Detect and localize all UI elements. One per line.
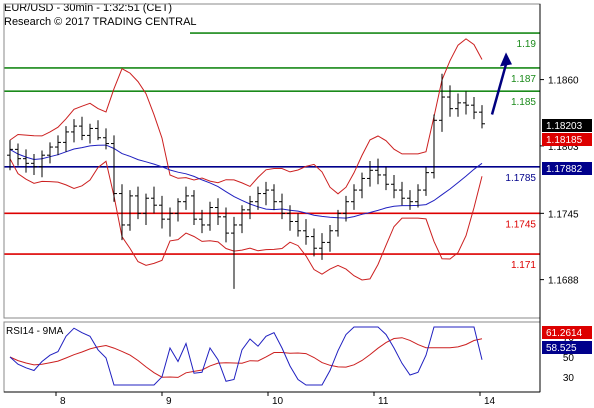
bollinger-lower: [9, 158, 483, 281]
price-bar: [47, 142, 53, 164]
price-bar: [71, 119, 77, 143]
rsi-line: [9, 326, 483, 386]
rsi-tag-value: 61.2614: [546, 328, 583, 339]
price-bar: [31, 154, 37, 175]
price-tag: 1.18203: [542, 119, 592, 132]
price-bar: [175, 198, 181, 222]
price-bar: [79, 116, 85, 141]
price-bar: [295, 213, 301, 237]
price-bar: [391, 174, 397, 199]
price-bar: [423, 166, 429, 196]
price-bar: [447, 85, 453, 117]
price-bar: [111, 135, 117, 202]
price-bar: [119, 184, 125, 241]
price-bar: [151, 186, 157, 214]
price-tag: 1.18185: [542, 133, 592, 146]
projection-arrow-shaft: [490, 63, 508, 115]
price-bar: [399, 181, 405, 206]
rsi-tag-value: 58.525: [546, 343, 577, 354]
level-label: 1.19: [517, 39, 537, 50]
x-tick-label: 11: [378, 396, 389, 407]
price-bar: [127, 190, 133, 231]
price-bar: [183, 186, 189, 210]
rsi-panel: RSI14 - 9MA: [6, 326, 483, 386]
price-bar: [367, 161, 373, 187]
price-tag-value: 1.17882: [546, 164, 583, 175]
price-bar: [239, 205, 245, 234]
rsi-label: RSI14 - 9MA: [6, 326, 64, 337]
price-bar: [319, 233, 325, 260]
price-bar: [479, 105, 485, 129]
rsi-tag: 58.525: [542, 341, 592, 354]
rsi-tag: 61.2614: [542, 326, 592, 339]
rsi-tick-label: 50: [563, 353, 575, 364]
projection-arrow-head: [500, 52, 512, 67]
price-bar: [55, 135, 61, 156]
price-bar: [87, 123, 93, 144]
price-bar: [263, 181, 269, 206]
price-bar: [415, 184, 421, 208]
bollinger-upper: [9, 38, 483, 195]
price-bar: [207, 201, 213, 231]
level-label: 1.1785: [505, 173, 536, 184]
rsi-panel-frame: [3, 321, 541, 393]
x-tick-label: 9: [166, 396, 172, 407]
price-bar: [39, 150, 45, 178]
price-bar: [23, 149, 29, 173]
price-bar: [95, 120, 101, 141]
price-bar: [247, 195, 253, 220]
level-label: 1.185: [511, 97, 536, 108]
price-bar: [311, 228, 317, 257]
y-tick-label: 1.1745: [548, 209, 579, 220]
price-panel-frame: [3, 3, 541, 319]
price-bar: [215, 198, 221, 225]
price-bar: [455, 93, 461, 117]
chart-canvas: 1.19 1.187 1.185 1.1785 1.1745 1.171 RSI14 - …: [3, 3, 592, 407]
x-tick-label: 8: [60, 396, 66, 407]
price-bar: [159, 195, 165, 229]
price-bar: [63, 126, 69, 152]
price-bar: [191, 190, 197, 225]
price-tag: 1.17882: [542, 162, 592, 175]
price-bar: [351, 184, 357, 210]
level-label: 1.1745: [505, 219, 536, 230]
price-bar: [439, 73, 445, 132]
x-tick-label: 10: [272, 396, 284, 407]
price-bar: [303, 219, 309, 245]
price-bar: [287, 205, 293, 231]
rsi-tick-label: 30: [563, 373, 575, 384]
price-bar: [327, 224, 333, 252]
moving-average: [9, 144, 483, 219]
price-bar: [7, 140, 13, 171]
level-label: 1.171: [511, 260, 536, 271]
price-bar: [383, 166, 389, 191]
price-bar: [471, 97, 477, 120]
x-tick-label: 14: [484, 396, 496, 407]
price-bar: [271, 184, 277, 210]
price-bar: [167, 207, 173, 237]
y-tick-label: 1.1688: [548, 276, 579, 287]
price-panel: 1.19 1.187 1.185 1.1785 1.1745 1.171: [4, 32, 540, 289]
price-bar: [359, 172, 365, 199]
price-tag-value: 1.18203: [546, 121, 583, 132]
price-bar: [231, 216, 237, 289]
y-tick-label: 1.1860: [548, 76, 579, 87]
price-bar: [463, 91, 469, 115]
price-bar: [407, 190, 413, 210]
price-bar: [279, 193, 285, 220]
price-tag-value: 1.18185: [546, 135, 583, 146]
level-label: 1.187: [511, 74, 536, 85]
price-bar: [135, 186, 141, 220]
price-bar: [375, 158, 381, 185]
price-bar: [143, 193, 149, 225]
